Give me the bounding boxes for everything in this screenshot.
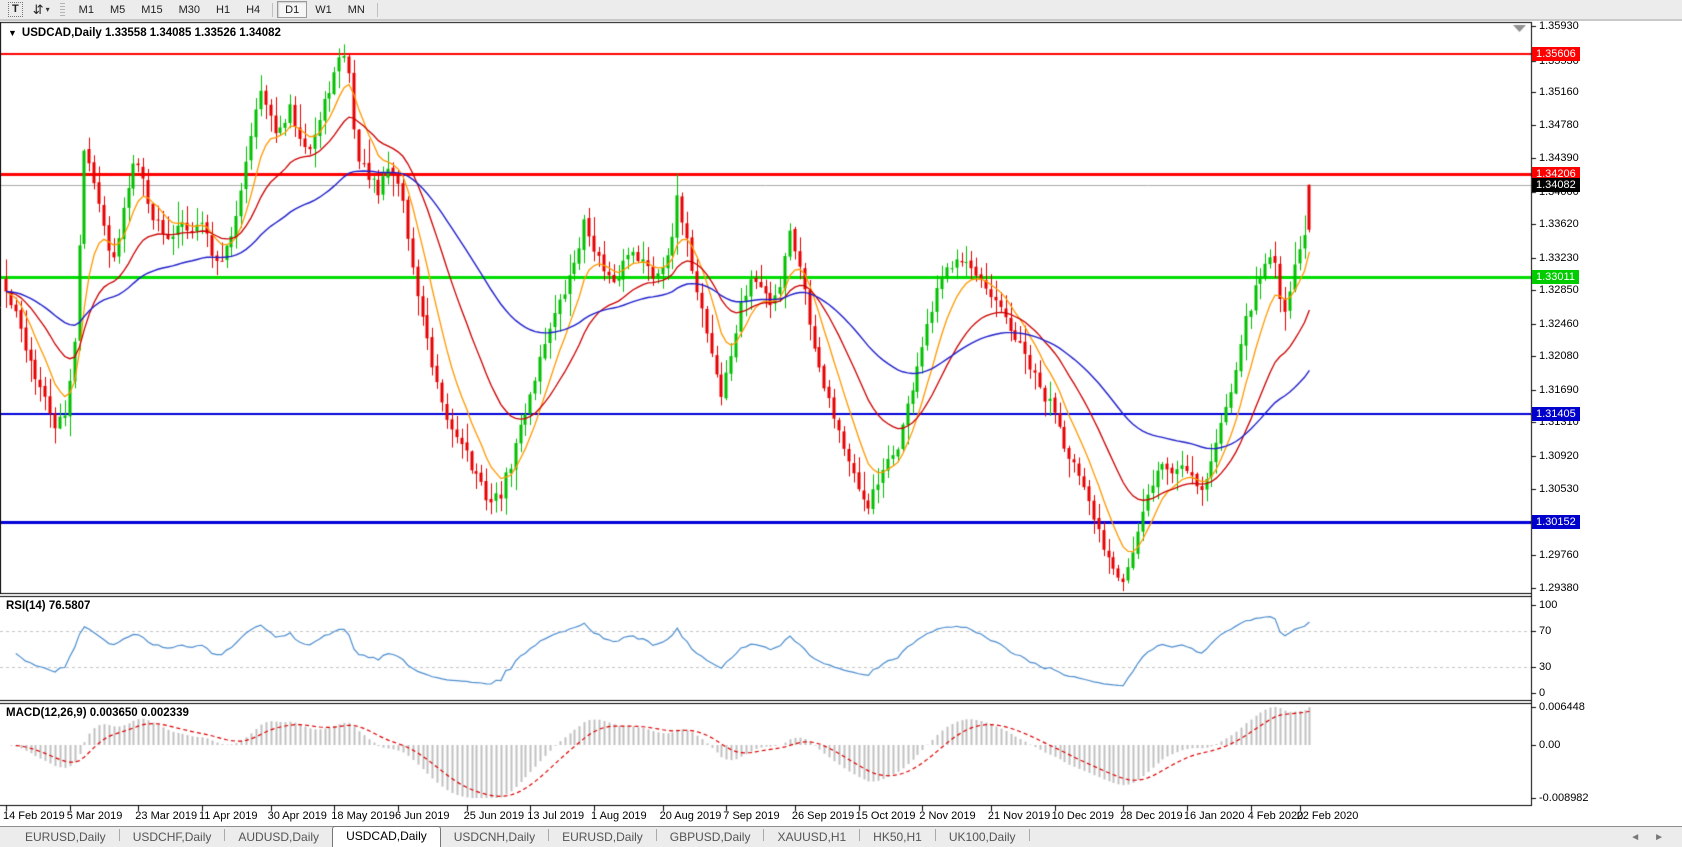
timeframe-button-d1[interactable]: D1 [277,1,308,18]
timeframe-button-w1[interactable]: W1 [307,1,340,18]
price-axis-label: 1.30920 [1539,449,1579,462]
date-label: 6 Jun 2019 [395,810,450,822]
trading-platform-window: T ⇵ ▾ M1 M5 M15 M30 H1 H4 D1 W1 MN ▼ USDCAD,Daily… [0,0,1682,847]
price-axis-label: 1.32850 [1539,284,1579,297]
date-label: 26 Sep 2019 [791,810,855,822]
date-label: 25 Jun 2019 [463,810,525,822]
price-axis-label: 1.29760 [1539,549,1579,562]
date-label: 22 Feb 2020 [1296,810,1359,822]
toolbar-separator [376,2,378,17]
price-axis-label: 1.30530 [1539,483,1579,496]
date-label: 21 Nov 2019 [987,810,1051,822]
text-tool-icon: T [8,2,23,17]
macd-axis-label: 0.006448 [1539,701,1585,713]
rsi-axis-label: 30 [1539,660,1552,673]
macd-main-value: 0.003650 [89,707,138,719]
date-label: 1 Aug 2019 [591,810,647,822]
tab-separator [1028,829,1030,841]
price-axis-label: 1.34390 [1539,152,1579,165]
toolbar-separator [272,2,274,17]
chart-dropdown-icon[interactable]: ▼ [8,28,17,38]
date-label: 14 Feb 2019 [3,810,65,822]
tab-scrollers: ◄ ► [1630,827,1682,847]
price-level-badge: 1.30152 [1532,514,1580,529]
price-chart-canvas[interactable] [0,21,1682,826]
date-label: 5 Mar 2019 [66,810,123,822]
symbol-tab-bar: EURUSD,Daily USDCHF,Daily AUDUSD,Daily USDC… [0,825,1682,847]
chart-tab-usdcad-3[interactable]: USDCAD,Daily [332,825,441,847]
date-label: 13 Jul 2019 [527,810,585,822]
timeframe-button-m5[interactable]: M5 [102,1,133,18]
timeframe-button-m1[interactable]: M1 [71,1,102,18]
date-label: 20 Aug 2019 [659,810,722,822]
price-axis-label: 1.32460 [1539,317,1579,330]
date-label: 30 Apr 2019 [267,810,327,822]
timeframe-button-h1[interactable]: H1 [208,1,238,18]
price-axis-label: 1.29380 [1539,581,1579,594]
timeframe-button-group: M1 M5 M15 M30 H1 H4 D1 W1 MN [71,1,382,18]
chart-tab-xauusd-7[interactable]: XAUUSD,H1 [764,828,859,847]
price-axis-label: 1.31690 [1539,383,1579,396]
macd-axis-label: -0.008982 [1539,792,1589,804]
date-label: 10 Dec 2019 [1051,810,1114,822]
price-axis-label: 1.34780 [1539,118,1579,131]
chart-tab-usdchf-1[interactable]: USDCHF,Daily [120,828,225,847]
text-tool-button[interactable]: T [4,1,27,18]
price-level-badge: 1.34082 [1532,177,1580,192]
rsi-name: RSI(14) [6,600,46,612]
chevron-down-icon: ▾ [45,5,50,14]
chart-quote-ohlc: 1.33558 1.34085 1.33526 1.34082 [105,27,281,39]
macd-signal-value: 0.002339 [140,707,189,719]
date-label: 18 May 2019 [331,810,395,822]
date-label: 2 Nov 2019 [919,810,976,822]
macd-indicator-label: MACD(12,26,9) 0.003650 0.002339 [6,707,189,719]
price-axis-label: 1.32080 [1539,350,1579,363]
price-axis-label: 1.33620 [1539,218,1579,231]
price-axis-label: 1.35930 [1539,20,1579,33]
rsi-indicator-label: RSI(14) 76.5807 [6,600,90,612]
tab-scroll-left-icon[interactable]: ◄ [1630,832,1640,843]
chart-symbol-period: USDCAD,Daily [21,27,102,39]
timeframe-button-mn[interactable]: MN [340,1,373,18]
tabs-container: EURUSD,Daily USDCHF,Daily AUDUSD,Daily USDC… [12,825,1030,847]
date-label: 16 Jan 2020 [1183,810,1245,822]
chart-region: ▼ USDCAD,Daily 1.33558 1.34085 1.33526 1.… [0,20,1682,826]
date-label: 15 Oct 2019 [855,810,916,822]
price-level-badge: 1.33011 [1532,269,1579,284]
top-toolbar: T ⇵ ▾ M1 M5 M15 M30 H1 H4 D1 W1 MN [0,0,1682,21]
chart-tab-eurusd-0[interactable]: EURUSD,Daily [12,828,119,847]
rsi-axis-label: 0 [1539,687,1546,699]
date-label: 4 Feb 2020 [1247,810,1304,822]
date-label: 11 Apr 2019 [199,810,258,822]
rsi-axis-label: 100 [1539,599,1558,611]
arrange-charts-button[interactable]: ⇵ ▾ [29,1,54,18]
timeframe-button-m15[interactable]: M15 [133,1,170,18]
price-level-badge: 1.35606 [1532,47,1580,62]
toolbar-grip [59,2,65,17]
tab-scroll-right-icon[interactable]: ► [1654,832,1664,843]
chart-tab-hk50-8[interactable]: HK50,H1 [860,828,935,847]
timeframe-button-h4[interactable]: H4 [238,1,268,18]
price-axis-label: 1.35160 [1539,86,1579,99]
arrange-arrows-icon: ⇵ [32,1,44,17]
chart-title: ▼ USDCAD,Daily 1.33558 1.34085 1.33526 1.… [8,27,281,39]
date-label: 23 Mar 2019 [135,810,198,822]
price-axis-label: 1.33230 [1539,251,1579,264]
chart-tab-eurusd-5[interactable]: EURUSD,Daily [549,828,656,847]
rsi-axis-label: 70 [1539,625,1552,638]
macd-axis-label: 0.00 [1539,739,1561,752]
rsi-value: 76.5807 [48,600,91,612]
date-label: 7 Sep 2019 [723,810,780,822]
macd-name: MACD(12,26,9) [6,707,87,719]
chart-tab-uk100-9[interactable]: UK100,Daily [936,828,1029,847]
timeframe-button-m30[interactable]: M30 [171,1,208,18]
chart-tab-audusd-2[interactable]: AUDUSD,Daily [225,828,332,847]
price-level-badge: 1.31405 [1532,407,1580,422]
date-label: 28 Dec 2019 [1120,810,1183,822]
chart-tab-gbpusd-6[interactable]: GBPUSD,Daily [657,828,764,847]
chart-tab-usdcnh-4[interactable]: USDCNH,Daily [441,828,548,847]
